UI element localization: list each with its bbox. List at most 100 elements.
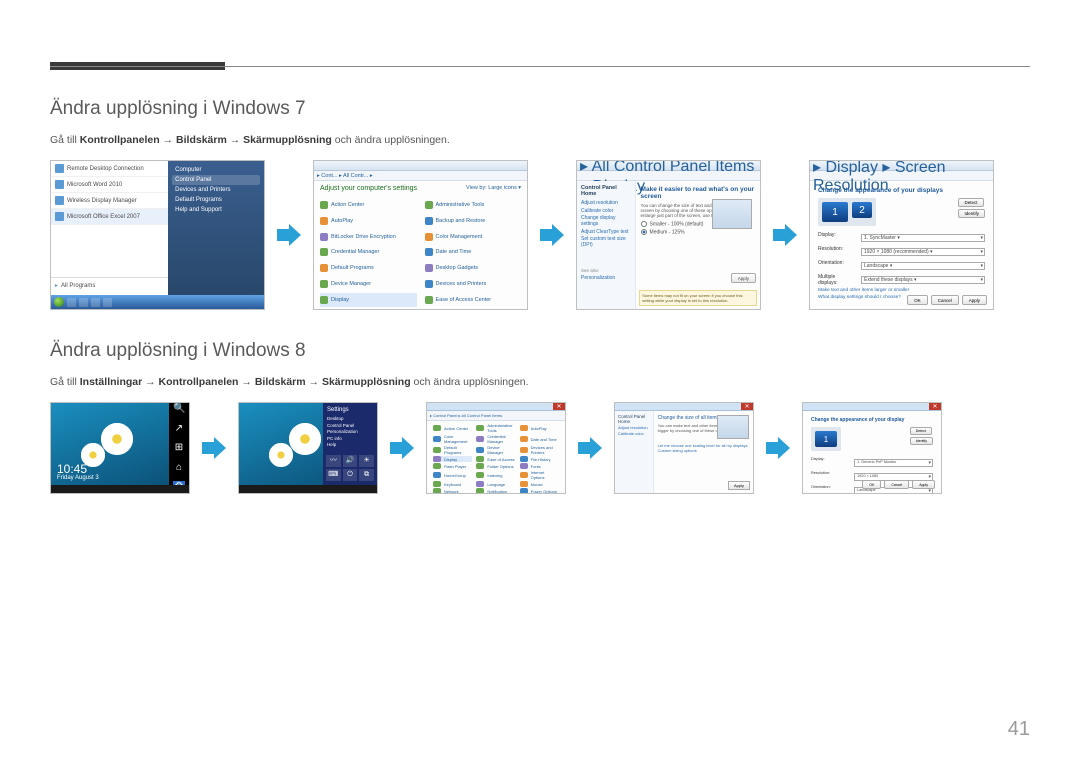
taskbar-icon — [67, 298, 76, 307]
cp-item: Devices and Printers — [425, 277, 522, 291]
apply-button: Apply — [912, 480, 935, 489]
path-bildskarm: Bildskärm — [176, 134, 227, 146]
screenshot-win8-settings-panel: Settings Desktop Control Panel Personali… — [238, 402, 378, 494]
start-item: Microsoft Office Excel 2007 — [67, 214, 140, 220]
brightness-icon: ☀ — [359, 455, 374, 467]
display-title: Make it easier to read what's on your sc… — [641, 186, 755, 200]
header-rule — [50, 66, 1030, 67]
side-link: Adjust resolution — [618, 425, 650, 430]
display-link: Custom sizing options — [658, 448, 749, 453]
side-title: Control Panel Home — [581, 185, 631, 197]
search-charm-icon: 🔍 — [173, 403, 185, 415]
cp-item: Credential Manager — [476, 434, 515, 444]
screenshot-row-win7: Remote Desktop Connection Microsoft Word… — [50, 160, 1030, 310]
cp-item: Notification — [476, 488, 515, 493]
arrow-glyph: → — [241, 376, 254, 388]
address-bar: ▸ Control Panel ▸ All Control Panel Item… — [427, 411, 565, 421]
apply-button: Apply — [731, 273, 756, 283]
monitor-preview: 1 — [811, 427, 841, 451]
start-right-item: Help and Support — [172, 205, 260, 215]
cp-item: Action Center — [433, 423, 472, 433]
start-right-item: Default Programs — [172, 195, 260, 205]
taskbar-icon — [103, 298, 112, 307]
cp-item: File History — [520, 456, 559, 462]
cp-item: Ease of Access — [476, 456, 515, 462]
app-icon — [55, 196, 64, 205]
start-right-item: Devices and Printers — [172, 185, 260, 195]
cp-item: Folder Options — [476, 463, 515, 469]
cp-item: Indexing — [476, 470, 515, 480]
cp-item: Keyboard — [433, 481, 472, 487]
sr-link: Make text and other items larger or smal… — [818, 288, 985, 293]
cp-item: Desktop Gadgets — [425, 261, 522, 275]
wallpaper-flower-icon — [289, 423, 321, 455]
instruction-win8: Gå till Inställningar → Kontrollpanelen … — [50, 376, 1030, 388]
screenshot-win8-resolution: Change the appearance of your display 1 … — [802, 402, 942, 494]
cp-icon-grid: Action Center Administrative Tools AutoPla… — [427, 421, 565, 493]
cp-item: Default Programs — [320, 261, 417, 275]
cp-item: Ease of Access Center — [425, 293, 522, 307]
screenshot-win8-control-panel: ▸ Control Panel ▸ All Control Panel Item… — [426, 402, 566, 494]
field-label: Orientation: — [818, 260, 856, 272]
screenshot-win8-charms: 10:45 Friday August 3 🔍 ↗ ⊞ ⌂ ⚙ — [50, 402, 190, 494]
cp-item: AutoPlay — [520, 423, 559, 433]
path-installningar: Inställningar — [80, 376, 142, 388]
side-title: Control Panel Home — [618, 414, 650, 424]
heading-win8: Ändra upplösning i Windows 8 — [50, 340, 1030, 362]
taskbar — [51, 485, 189, 493]
arrow-icon — [200, 434, 228, 462]
window-chrome — [314, 161, 527, 171]
arrow-icon — [771, 221, 799, 249]
taskbar — [51, 295, 264, 309]
cp-item: Mouse — [520, 481, 559, 487]
warning-banner: Some items may not fit on your screen if… — [639, 290, 757, 306]
app-icon — [55, 212, 64, 221]
network-icon: 〰 — [326, 455, 341, 467]
page-number: 41 — [1008, 718, 1030, 741]
path-bildskarm: Bildskärm — [255, 376, 306, 388]
cp-item: Fonts — [520, 463, 559, 469]
sr-title: Change the appearance of your display — [811, 417, 933, 423]
monitor-2-icon: 2 — [852, 202, 872, 218]
start-right-item-controlpanel: Control Panel — [172, 175, 260, 185]
arrow-glyph: → — [163, 134, 176, 146]
resolution-dropdown: 1920 × 1080 (recommended) ▾ — [861, 248, 985, 256]
arrow-icon — [538, 221, 566, 249]
cp-item: Display — [320, 293, 417, 307]
heading-win7: Ändra upplösning i Windows 7 — [50, 98, 1030, 120]
identify-button: Identify — [910, 437, 933, 445]
taskbar — [239, 485, 377, 493]
start-item: Wireless Display Manager — [67, 198, 137, 204]
cancel-button: Cancel — [931, 295, 959, 305]
apply-button: Apply — [962, 295, 987, 305]
screenshot-start-menu: Remote Desktop Connection Microsoft Word… — [50, 160, 265, 310]
arrow-icon — [275, 221, 303, 249]
cp-item: AutoPlay — [320, 214, 417, 228]
window-chrome — [803, 403, 941, 411]
address-bar: ▸ All Control Panel Items ▸ Display — [577, 171, 760, 181]
settings-flyout: Settings Desktop Control Panel Personali… — [323, 403, 377, 493]
monitor-preview: 1 2 — [818, 198, 876, 226]
taskbar-icon — [79, 298, 88, 307]
charms-bar: 🔍 ↗ ⊞ ⌂ ⚙ — [169, 403, 189, 493]
instr-pre: Gå till — [50, 376, 80, 388]
monitor-1-icon: 1 — [822, 202, 848, 222]
arrow-icon — [388, 434, 416, 462]
arrow-glyph: → — [145, 376, 158, 388]
detect-button: Detect — [910, 427, 932, 435]
ok-button: OK — [862, 480, 881, 489]
side-link: Calibrate color — [581, 208, 631, 214]
cp-item: BitLocker Drive Encryption — [320, 230, 417, 244]
screenshot-row-win8: 10:45 Friday August 3 🔍 ↗ ⊞ ⌂ ⚙ — [50, 402, 1030, 494]
instr-post: och ändra upplösningen. — [335, 134, 450, 146]
path-skarmupplosning: Skärmupplösning — [243, 134, 332, 146]
cp-item: Administrative Tools — [476, 423, 515, 433]
side-link: Change display settings — [581, 215, 631, 227]
cp-item: Device Manager — [476, 445, 515, 455]
radio-smaller: Smaller - 100% (default) — [650, 221, 704, 227]
page-content: Ändra upplösning i Windows 7 Gå till Kon… — [50, 98, 1030, 524]
app-icon — [55, 180, 64, 189]
address-bar: ▸ Display ▸ Screen Resolution — [810, 171, 993, 181]
start-item: Remote Desktop Connection — [67, 166, 144, 172]
start-right-item: Computer — [172, 165, 260, 175]
